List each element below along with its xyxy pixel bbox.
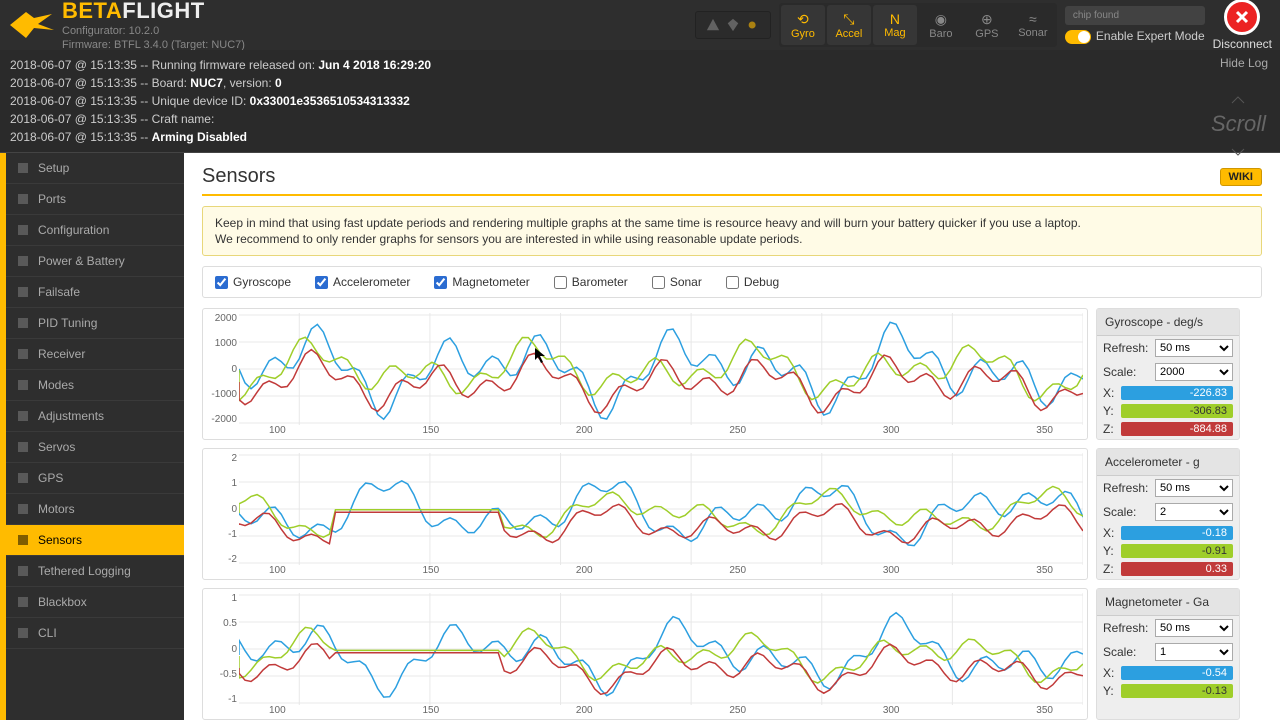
port-icons — [695, 11, 771, 39]
nav-sensors[interactable]: Sensors — [6, 525, 184, 556]
nav-pid-tuning[interactable]: PID Tuning — [6, 308, 184, 339]
page-title: Sensors — [202, 165, 275, 188]
nav-tethered-logging[interactable]: Tethered Logging — [6, 556, 184, 587]
refresh-select[interactable]: 50 ms — [1155, 339, 1233, 357]
graph-0: 200010000-1000-2000100150200250300350 — [202, 308, 1088, 440]
panel-1: Accelerometer - gRefresh:50 msScale:2X:-… — [1096, 448, 1240, 580]
nav-power-battery[interactable]: Power & Battery — [6, 246, 184, 277]
sensor-tab-gyro[interactable]: ⟲Gyro — [781, 5, 825, 45]
check-gyroscope[interactable]: Gyroscope — [215, 275, 291, 289]
nav-receiver[interactable]: Receiver — [6, 339, 184, 370]
expert-row: chip found Enable Expert Mode — [1065, 6, 1205, 44]
nav-gps[interactable]: GPS — [6, 463, 184, 494]
sensor-tab-accel[interactable]: ⤡Accel — [827, 5, 871, 45]
val-y: -0.91 — [1121, 544, 1233, 558]
info-note: Keep in mind that using fast update peri… — [202, 206, 1262, 256]
val-z: -884.88 — [1121, 422, 1233, 436]
sensor-tab-sonar[interactable]: ≈Sonar — [1011, 5, 1055, 45]
val-z: 0.33 — [1121, 562, 1233, 576]
gem-icon — [726, 18, 740, 32]
check-magnetometer[interactable]: Magnetometer — [434, 275, 529, 289]
hide-log-button[interactable]: Hide Log — [1220, 56, 1268, 70]
check-accelerometer[interactable]: Accelerometer — [315, 275, 410, 289]
panel-title: Accelerometer - g — [1097, 449, 1239, 476]
check-barometer[interactable]: Barometer — [554, 275, 628, 289]
graph-1: 210-1-2100150200250300350 — [202, 448, 1088, 580]
sensor-checkboxes: Gyroscope Accelerometer Magnetometer Barome… — [202, 266, 1262, 298]
sensor-tab-gps[interactable]: ⊕GPS — [965, 5, 1009, 45]
nav-cli[interactable]: CLI — [6, 618, 184, 649]
wiki-button[interactable]: WIKI — [1220, 168, 1262, 186]
nav-servos[interactable]: Servos — [6, 432, 184, 463]
val-x: -0.18 — [1121, 526, 1233, 540]
panel-0: Gyroscope - deg/sRefresh:50 msScale:2000… — [1096, 308, 1240, 440]
brand: BETAFLIGHT Configurator: 10.2.0 Firmware… — [8, 0, 245, 52]
scale-select[interactable]: 1 — [1155, 643, 1233, 661]
sensor-tab-baro[interactable]: ◉Baro — [919, 5, 963, 45]
nav-adjustments[interactable]: Adjustments — [6, 401, 184, 432]
nav-blackbox[interactable]: Blackbox — [6, 587, 184, 618]
content: Sensors WIKI Keep in mind that using fas… — [184, 153, 1280, 720]
check-debug[interactable]: Debug — [726, 275, 779, 289]
logo-icon — [8, 10, 56, 40]
chip-status: chip found — [1065, 6, 1205, 25]
sensor-tabs: ⟲Gyro⤡AccelNMag◉Baro⊕GPS≈Sonar — [779, 3, 1057, 47]
log-panel: Hide Log Scroll 2018-06-07 @ 15:13:35 --… — [0, 50, 1280, 153]
val-x: -0.54 — [1121, 666, 1233, 680]
panel-title: Gyroscope - deg/s — [1097, 309, 1239, 336]
scroll-hint: Scroll — [1211, 85, 1266, 163]
check-sonar[interactable]: Sonar — [652, 275, 702, 289]
sensor-tab-mag[interactable]: NMag — [873, 5, 917, 45]
graph-2: 10.50-0.5-1100150200250300350 — [202, 588, 1088, 720]
nav-configuration[interactable]: Configuration — [6, 215, 184, 246]
val-y: -0.13 — [1121, 684, 1233, 698]
nav-ports[interactable]: Ports — [6, 184, 184, 215]
warning-icon — [706, 18, 720, 32]
val-x: -226.83 — [1121, 386, 1233, 400]
conf-version: Configurator: 10.2.0 — [62, 24, 245, 38]
scale-select[interactable]: 2 — [1155, 503, 1233, 521]
expert-toggle[interactable] — [1065, 30, 1091, 44]
topbar: BETAFLIGHT Configurator: 10.2.0 Firmware… — [0, 0, 1280, 50]
sidebar: SetupPortsConfigurationPower & BatteryFa… — [0, 153, 184, 720]
close-icon — [1234, 9, 1250, 25]
refresh-select[interactable]: 50 ms — [1155, 479, 1233, 497]
panel-2: Magnetometer - GaRefresh:50 msScale:1X:-… — [1096, 588, 1240, 720]
nav-modes[interactable]: Modes — [6, 370, 184, 401]
scale-select[interactable]: 2000 — [1155, 363, 1233, 381]
panel-title: Magnetometer - Ga — [1097, 589, 1239, 616]
nav-setup[interactable]: Setup — [6, 153, 184, 184]
nav-failsafe[interactable]: Failsafe — [6, 277, 184, 308]
link-icon — [746, 18, 760, 32]
disconnect-button[interactable]: Disconnect — [1213, 0, 1272, 51]
refresh-select[interactable]: 50 ms — [1155, 619, 1233, 637]
val-y: -306.83 — [1121, 404, 1233, 418]
nav-motors[interactable]: Motors — [6, 494, 184, 525]
